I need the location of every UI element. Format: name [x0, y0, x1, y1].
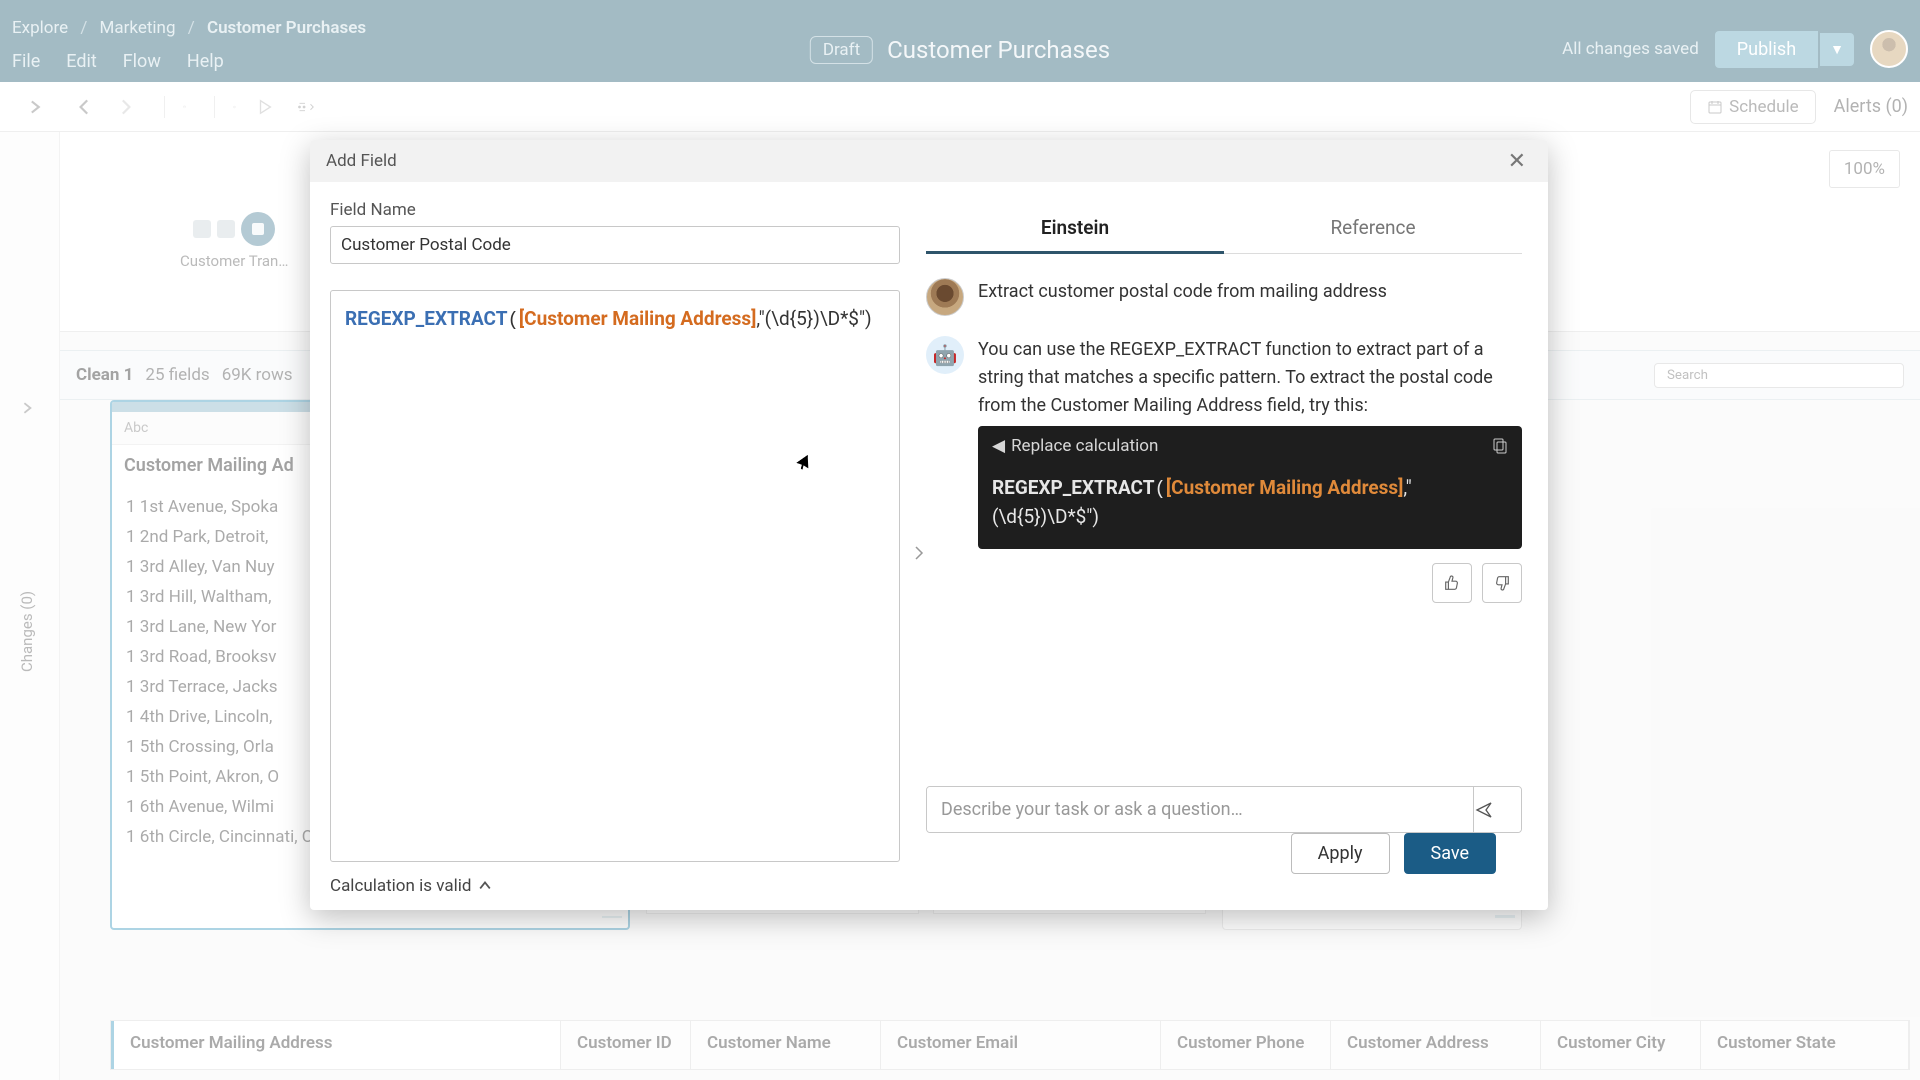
copy-icon[interactable] — [1490, 437, 1508, 455]
data-grid-header: Customer Mailing Address Customer ID Cus… — [110, 1020, 1910, 1070]
calendar-icon — [1707, 99, 1723, 115]
chevron-left-icon: ◀ — [992, 436, 1005, 456]
chat-bot-message: 🤖 You can use the REGEXP_EXTRACT functio… — [926, 336, 1522, 603]
user-avatar-icon — [926, 278, 964, 316]
modal-right-pane: Einstein Reference Extract customer post… — [920, 182, 1548, 910]
schedule-button[interactable]: Schedule — [1690, 90, 1815, 124]
save-status: All changes saved — [1562, 39, 1699, 59]
step-fields-count: 25 fields — [145, 365, 209, 385]
column-header[interactable]: Customer State — [1701, 1021, 1909, 1069]
expand-changes-icon[interactable] — [22, 402, 34, 414]
ask-einstein-input[interactable] — [927, 787, 1473, 832]
left-rail: Changes (0) — [0, 132, 60, 1080]
thumbs-up-button[interactable] — [1432, 563, 1472, 603]
menu-bar: File Edit Flow Help — [12, 51, 224, 72]
modal-header: Add Field ✕ — [310, 140, 1548, 182]
chevron-up-icon — [479, 880, 491, 892]
column-header[interactable]: Customer Mailing Address — [111, 1021, 561, 1069]
breadcrumb-mid[interactable]: Marketing — [100, 18, 176, 38]
node-action-icon[interactable] — [193, 220, 211, 238]
replace-calculation-button[interactable]: ◀ Replace calculation — [978, 426, 1522, 466]
data-source-icon[interactable] — [164, 96, 186, 118]
bot-message-text: You can use the REGEXP_EXTRACT function … — [978, 336, 1522, 420]
flow-node[interactable]: Customer Tran… — [180, 212, 288, 270]
tab-einstein[interactable]: Einstein — [926, 204, 1224, 254]
menu-flow[interactable]: Flow — [123, 51, 161, 72]
step-name[interactable]: Clean 1 — [76, 365, 133, 385]
step-rows-count: 69K rows — [222, 365, 293, 385]
save-button[interactable]: Save — [1404, 833, 1497, 874]
code-suggestion: ◀ Replace calculation REGEXP_EXTRACT([Cu… — [978, 426, 1522, 549]
apply-button[interactable]: Apply — [1291, 833, 1390, 874]
formula-editor[interactable]: REGEXP_EXTRACT([Customer Mailing Address… — [330, 290, 900, 862]
breadcrumb[interactable]: Explore / Marketing / Customer Purchases — [12, 18, 366, 38]
user-avatar[interactable] — [1870, 30, 1908, 68]
column-header[interactable]: Customer Email — [881, 1021, 1161, 1069]
flow-node-label: Customer Tran… — [180, 252, 288, 270]
sidebar-toggle[interactable] — [12, 100, 60, 114]
breadcrumb-leaf[interactable]: Customer Purchases — [207, 18, 366, 38]
more-actions-icon[interactable] — [294, 96, 316, 118]
breadcrumb-root[interactable]: Explore — [12, 18, 68, 38]
column-header[interactable]: Customer Phone — [1161, 1021, 1331, 1069]
field-name-input[interactable] — [330, 226, 900, 264]
close-icon[interactable]: ✕ — [1502, 147, 1532, 176]
column-header[interactable]: Customer Name — [691, 1021, 881, 1069]
modal-left-pane: Field Name REGEXP_EXTRACT([Customer Mail… — [310, 182, 920, 910]
einstein-avatar-icon: 🤖 — [926, 336, 964, 374]
ask-einstein-row — [926, 786, 1522, 833]
column-header[interactable]: Customer Address — [1331, 1021, 1541, 1069]
send-button[interactable] — [1473, 787, 1521, 832]
add-field-modal: Add Field ✕ Field Name REGEXP_EXTRACT([C… — [310, 140, 1548, 910]
column-header[interactable]: Customer City — [1541, 1021, 1701, 1069]
schedule-label: Schedule — [1729, 97, 1798, 117]
draft-badge: Draft — [810, 36, 873, 64]
menu-file[interactable]: File — [12, 51, 40, 72]
page-title: Customer Purchases — [887, 36, 1110, 64]
menu-edit[interactable]: Edit — [66, 51, 96, 72]
node-circle-icon[interactable] — [241, 212, 275, 246]
tab-reference[interactable]: Reference — [1224, 204, 1522, 253]
app-header: Explore / Marketing / Customer Purchases… — [0, 0, 1920, 82]
publish-button[interactable]: Publish — [1715, 31, 1818, 68]
modal-footer: Apply Save — [926, 833, 1522, 896]
nav-forward-icon[interactable] — [114, 96, 136, 118]
field-name-label: Field Name — [330, 200, 900, 220]
title-area: Draft Customer Purchases — [810, 36, 1110, 64]
field-title: Customer Mailing Ad — [124, 455, 294, 476]
calculation-status[interactable]: Calculation is valid — [330, 876, 900, 896]
refresh-icon[interactable] — [214, 96, 236, 118]
modal-title: Add Field — [326, 151, 397, 171]
feedback-row — [978, 563, 1522, 603]
nav-back-icon[interactable] — [74, 96, 96, 118]
thumbs-down-button[interactable] — [1482, 563, 1522, 603]
chat-user-message: Extract customer postal code from mailin… — [926, 278, 1522, 316]
suggested-formula: REGEXP_EXTRACT([Customer Mailing Address… — [978, 466, 1522, 549]
expand-right-icon[interactable] — [914, 546, 926, 558]
header-right: All changes saved Publish ▼ — [1562, 30, 1908, 68]
alerts-button[interactable]: Alerts (0) — [1834, 96, 1908, 117]
menu-help[interactable]: Help — [187, 51, 224, 72]
field-search-input[interactable] — [1654, 363, 1904, 388]
user-message-text: Extract customer postal code from mailin… — [978, 278, 1387, 316]
mouse-cursor-icon — [800, 455, 814, 475]
toolbar: Schedule Alerts (0) — [0, 82, 1920, 132]
publish-dropdown[interactable]: ▼ — [1820, 33, 1854, 66]
column-header[interactable]: Customer ID — [561, 1021, 691, 1069]
zoom-level[interactable]: 100% — [1829, 150, 1900, 188]
node-action-icon[interactable] — [217, 220, 235, 238]
run-flow-icon[interactable] — [254, 96, 276, 118]
changes-label[interactable]: Changes (0) — [18, 591, 36, 672]
assistant-tabs: Einstein Reference — [926, 204, 1522, 254]
